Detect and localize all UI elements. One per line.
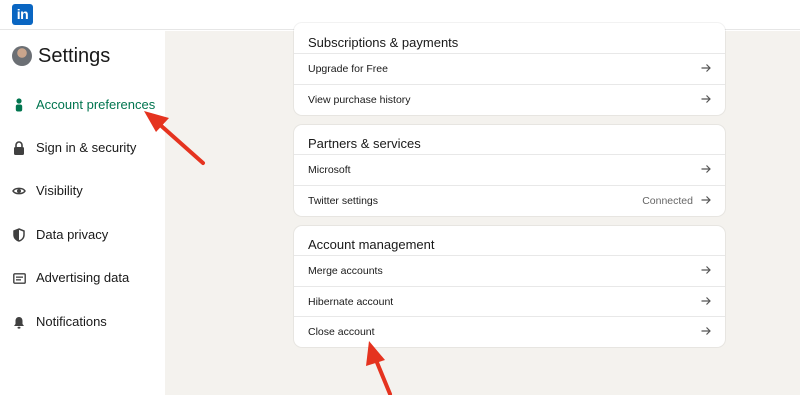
section-title: Partners & services: [308, 136, 421, 151]
arrow-right-icon: [701, 95, 711, 103]
sidebar-item-label: Notifications: [36, 314, 107, 329]
arrow-right-icon: [701, 327, 711, 335]
sidebar-item-data-privacy[interactable]: Data privacy: [0, 220, 165, 250]
sidebar-item-label: Advertising data: [36, 270, 130, 285]
row-label: Hibernate account: [308, 296, 394, 308]
row-label: View purchase history: [308, 94, 411, 106]
row-label: Microsoft: [308, 164, 351, 176]
arrow-right-icon: [701, 165, 711, 173]
section-title: Subscriptions & payments: [308, 35, 459, 50]
avatar[interactable]: [12, 46, 32, 66]
eye-icon: [12, 183, 26, 199]
page-title: Settings: [38, 45, 111, 67]
arrow-right-icon: [701, 196, 711, 204]
row-upgrade-for-free[interactable]: Upgrade for Free: [294, 53, 725, 84]
ad-icon: [12, 270, 26, 286]
sidebar-item-label: Visibility: [36, 183, 83, 198]
row-microsoft[interactable]: Microsoft: [294, 154, 725, 185]
linkedin-logo[interactable]: in: [12, 4, 33, 25]
row-label: Close account: [308, 326, 375, 338]
status-text: Connected: [642, 195, 693, 207]
section-title: Account management: [308, 237, 435, 252]
sidebar-item-label: Account preferences: [36, 97, 156, 112]
sidebar-item-visibility[interactable]: Visibility: [0, 176, 165, 206]
section-partners-services: Partners & services Microsoft Twitter se…: [294, 125, 725, 216]
row-twitter-settings[interactable]: Twitter settings Connected: [294, 185, 725, 216]
shield-icon: [12, 227, 26, 243]
settings-sidebar: Settings Account preferences Sign in & s…: [0, 31, 165, 395]
section-account-management: Account management Merge accounts Hibern…: [294, 226, 725, 347]
arrow-right-icon: [701, 64, 711, 72]
row-hibernate-account[interactable]: Hibernate account: [294, 286, 725, 317]
row-label: Merge accounts: [308, 265, 383, 277]
lock-icon: [12, 140, 26, 156]
row-merge-accounts[interactable]: Merge accounts: [294, 255, 725, 286]
sidebar-item-account-preferences[interactable]: Account preferences: [0, 90, 165, 120]
sidebar-item-advertising-data[interactable]: Advertising data: [0, 263, 165, 293]
row-close-account[interactable]: Close account: [294, 316, 725, 347]
person-icon: [12, 97, 26, 113]
main-content: Subscriptions & payments Upgrade for Fre…: [165, 23, 800, 395]
arrow-right-icon: [701, 266, 711, 274]
row-view-purchase-history[interactable]: View purchase history: [294, 84, 725, 115]
sidebar-item-label: Sign in & security: [36, 140, 137, 155]
section-subscriptions-payments: Subscriptions & payments Upgrade for Fre…: [294, 23, 725, 115]
sidebar-item-notifications[interactable]: Notifications: [0, 307, 165, 337]
arrow-right-icon: [701, 297, 711, 305]
row-label: Upgrade for Free: [308, 63, 388, 75]
sidebar-item-label: Data privacy: [36, 227, 109, 242]
bell-icon: [12, 314, 26, 330]
sidebar-item-sign-in-security[interactable]: Sign in & security: [0, 133, 165, 163]
row-label: Twitter settings: [308, 195, 379, 207]
